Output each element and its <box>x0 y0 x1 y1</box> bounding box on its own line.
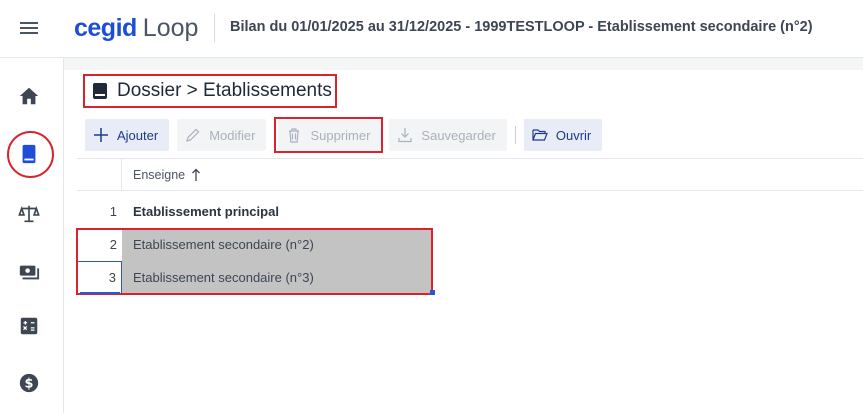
download-icon <box>398 128 413 143</box>
content-top-gap <box>64 58 863 70</box>
table-row[interactable]: 2 Etablissement secondaire (n°2) <box>77 228 863 261</box>
calculator-icon[interactable] <box>16 313 42 339</box>
delete-button[interactable]: Supprimer <box>278 119 382 151</box>
toolbar: Ajouter Modifier Supprimer Sauvegarder O… <box>85 119 603 151</box>
book-icon[interactable] <box>16 141 42 167</box>
grid-header: Enseigne <box>77 158 863 191</box>
add-button[interactable]: Ajouter <box>85 119 170 151</box>
row-number: 2 <box>77 228 122 261</box>
dollar-icon[interactable]: $ <box>16 370 42 396</box>
brand-primary: cegid <box>74 14 137 42</box>
pencil-icon <box>186 128 200 142</box>
row-number: 1 <box>109 204 117 219</box>
toolbar-divider <box>514 126 516 144</box>
sidebar: $ <box>0 58 64 413</box>
context-title: Bilan du 01/01/2025 au 31/12/2025 - 1999… <box>230 19 813 35</box>
edit-button-label: Modifier <box>209 127 256 143</box>
save-button[interactable]: Sauvegarder <box>389 119 507 151</box>
table-row[interactable]: 1 Etablissement principal <box>77 195 863 228</box>
cell-enseigne[interactable]: Etablissement secondaire (n°3) <box>122 261 432 294</box>
page-title-text: Dossier > Etablissements <box>117 80 332 101</box>
row-number-header <box>77 159 122 190</box>
sort-ascending-icon[interactable] <box>191 168 201 182</box>
folder-open-icon <box>532 129 548 141</box>
home-icon[interactable] <box>16 83 42 109</box>
page-title: Dossier > Etablissements <box>83 74 337 108</box>
money-icon[interactable] <box>16 259 42 285</box>
save-button-label: Sauvegarder <box>421 127 496 143</box>
delete-button-label: Supprimer <box>310 127 371 143</box>
selection-fill-handle[interactable] <box>430 290 435 295</box>
balance-scale-icon[interactable] <box>16 201 42 227</box>
hamburger-menu-icon[interactable] <box>20 19 42 37</box>
brand-logo[interactable]: cegid Loop <box>74 14 198 42</box>
column-header-label: Enseigne <box>133 168 186 182</box>
column-header-enseigne[interactable]: Enseigne <box>133 168 201 182</box>
edit-button[interactable]: Modifier <box>177 119 267 151</box>
table-row[interactable]: 3 Etablissement secondaire (n°3) <box>77 261 863 294</box>
cell-enseigne[interactable]: Etablissement principal <box>122 195 432 228</box>
add-button-label: Ajouter <box>117 127 159 143</box>
cell-enseigne[interactable]: Etablissement secondaire (n°2) <box>122 228 432 261</box>
book-icon <box>93 83 107 99</box>
brand-secondary: Loop <box>142 14 199 42</box>
top-bar: cegid Loop Bilan du 01/01/2025 au 31/12/2… <box>0 0 863 58</box>
plus-icon <box>94 128 108 142</box>
open-button[interactable]: Ouvrir <box>523 119 603 151</box>
focus-underline <box>80 292 120 294</box>
trash-icon <box>289 128 300 143</box>
open-button-label: Ouvrir <box>555 127 592 143</box>
header-divider <box>214 14 215 42</box>
svg-text:$: $ <box>25 377 34 392</box>
row-number: 3 <box>77 261 122 294</box>
